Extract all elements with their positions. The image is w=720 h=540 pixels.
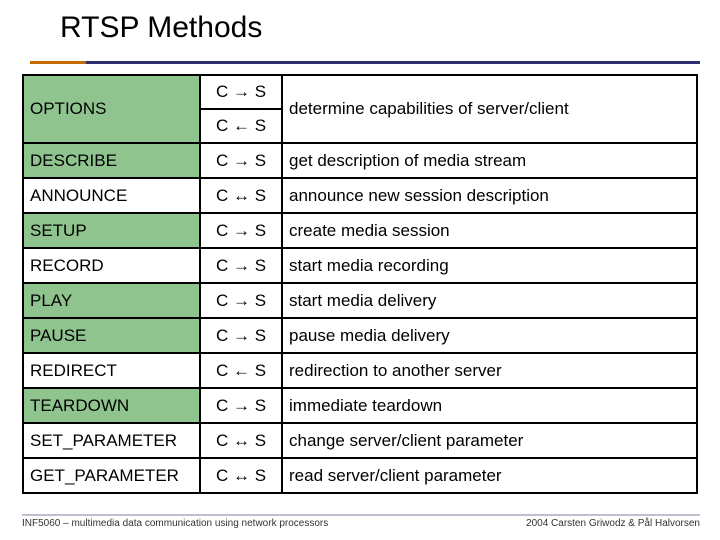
table-row: TEARDOWN C → S immediate teardown	[23, 388, 697, 423]
method-cell: REDIRECT	[23, 353, 200, 388]
direction-cell: C ↔ S	[200, 458, 282, 493]
direction-cell: C ← S	[200, 109, 282, 143]
direction-cell: C ← S	[200, 353, 282, 388]
table-row: SETUP C → S create media session	[23, 213, 697, 248]
description-cell: get description of media stream	[282, 143, 697, 178]
description-cell: start media recording	[282, 248, 697, 283]
method-cell: PAUSE	[23, 318, 200, 353]
description-cell: announce new session description	[282, 178, 697, 213]
method-cell: DESCRIBE	[23, 143, 200, 178]
method-cell: SET_PARAMETER	[23, 423, 200, 458]
table-row: SET_PARAMETER C ↔ S change server/client…	[23, 423, 697, 458]
table-row: RECORD C → S start media recording	[23, 248, 697, 283]
method-cell: ANNOUNCE	[23, 178, 200, 213]
slide: RTSP Methods OPTIONS C → S determine cap…	[0, 0, 720, 540]
slide-title: RTSP Methods	[60, 11, 262, 45]
direction-cell: C → S	[200, 75, 282, 109]
title-block: RTSP Methods	[38, 6, 700, 64]
methods-table: OPTIONS C → S determine capabilities of …	[22, 74, 698, 494]
description-cell: change server/client parameter	[282, 423, 697, 458]
method-cell: TEARDOWN	[23, 388, 200, 423]
description-cell: read server/client parameter	[282, 458, 697, 493]
table-row: OPTIONS C → S determine capabilities of …	[23, 75, 697, 109]
footer-left-text: INF5060 – multimedia data communication …	[22, 518, 328, 529]
direction-cell: C → S	[200, 388, 282, 423]
description-cell: redirection to another server	[282, 353, 697, 388]
direction-cell: C ↔ S	[200, 423, 282, 458]
direction-cell: C → S	[200, 213, 282, 248]
description-cell: create media session	[282, 213, 697, 248]
method-cell: OPTIONS	[23, 75, 200, 143]
direction-cell: C → S	[200, 248, 282, 283]
description-cell: pause media delivery	[282, 318, 697, 353]
method-cell: GET_PARAMETER	[23, 458, 200, 493]
method-cell: PLAY	[23, 283, 200, 318]
table-row: PLAY C → S start media delivery	[23, 283, 697, 318]
direction-cell: C → S	[200, 283, 282, 318]
direction-cell: C ↔ S	[200, 178, 282, 213]
table-row: ANNOUNCE C ↔ S announce new session desc…	[23, 178, 697, 213]
table-row: PAUSE C → S pause media delivery	[23, 318, 697, 353]
description-cell: start media delivery	[282, 283, 697, 318]
footer: INF5060 – multimedia data communication …	[0, 514, 720, 534]
methods-table-wrap: OPTIONS C → S determine capabilities of …	[22, 74, 698, 494]
direction-cell: C → S	[200, 143, 282, 178]
table-row: REDIRECT C ← S redirection to another se…	[23, 353, 697, 388]
method-cell: SETUP	[23, 213, 200, 248]
title-accent-bar	[30, 61, 86, 64]
table-row: DESCRIBE C → S get description of media …	[23, 143, 697, 178]
method-cell: RECORD	[23, 248, 200, 283]
table-row: GET_PARAMETER C ↔ S read server/client p…	[23, 458, 697, 493]
direction-cell: C → S	[200, 318, 282, 353]
description-cell: determine capabilities of server/client	[282, 75, 697, 143]
footer-right-text: 2004 Carsten Griwodz & Pål Halvorsen	[526, 518, 700, 529]
footer-rule	[22, 514, 700, 516]
description-cell: immediate teardown	[282, 388, 697, 423]
